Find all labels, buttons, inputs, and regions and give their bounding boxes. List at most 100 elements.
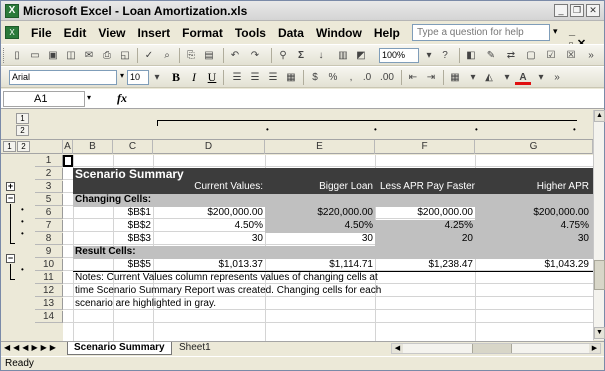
spelling-icon[interactable]: ✓ bbox=[141, 48, 157, 63]
align-right-icon[interactable]: ☰ bbox=[265, 70, 281, 85]
reviewing-icon[interactable]: ✎ bbox=[483, 48, 499, 63]
menu-format[interactable]: Format bbox=[176, 25, 229, 41]
print-icon[interactable]: ⎙ bbox=[99, 48, 115, 63]
font-name-select[interactable]: Arial bbox=[9, 70, 117, 85]
zoom-dropdown-icon[interactable]: ▾ bbox=[421, 48, 437, 63]
row-header-11[interactable]: 11 bbox=[35, 272, 63, 284]
row-header-6[interactable]: 6 bbox=[35, 207, 63, 219]
toolbar-options-icon[interactable]: » bbox=[549, 70, 565, 85]
row-header-12[interactable]: 12 bbox=[35, 285, 63, 297]
toolbar-options-icon[interactable]: » bbox=[583, 48, 599, 63]
align-center-icon[interactable]: ☰ bbox=[247, 70, 263, 85]
column-header-a[interactable]: A bbox=[63, 140, 73, 154]
menu-file[interactable]: File bbox=[25, 25, 58, 41]
increase-decimal-icon[interactable]: .0 bbox=[359, 70, 375, 85]
column-outline-level-2[interactable]: 2 bbox=[16, 125, 29, 136]
row-outline-level-1[interactable]: 1 bbox=[3, 141, 16, 152]
borders-icon[interactable]: ▦ bbox=[447, 70, 463, 85]
research-icon[interactable]: ⌕ bbox=[159, 48, 175, 63]
row-header-1[interactable]: 1 bbox=[35, 155, 63, 167]
column-header-g[interactable]: G bbox=[475, 140, 593, 154]
row-header-9[interactable]: 9 bbox=[35, 246, 63, 258]
vertical-scrollbar[interactable]: ▲ ▼ bbox=[593, 110, 605, 340]
row-header-8[interactable]: 8 bbox=[35, 233, 63, 245]
vertical-scroll-thumb[interactable] bbox=[594, 260, 605, 290]
autosum-icon[interactable]: Σ bbox=[293, 48, 309, 63]
close-button[interactable]: ✕ bbox=[586, 4, 600, 17]
menu-tools[interactable]: Tools bbox=[229, 25, 272, 41]
percent-icon[interactable]: % bbox=[325, 70, 341, 85]
column-header-e[interactable]: E bbox=[265, 140, 375, 154]
comment-icon[interactable]: ▢ bbox=[523, 48, 539, 63]
reject-change-icon[interactable]: ☒ bbox=[563, 48, 579, 63]
font-dropdown-icon[interactable]: ▾ bbox=[120, 71, 124, 80]
column-outline-level-1[interactable]: 1 bbox=[16, 113, 29, 124]
horizontal-scrollbar[interactable]: ◀ ▶ bbox=[391, 343, 601, 354]
fill-color-dropdown-icon[interactable]: ▾ bbox=[499, 70, 515, 85]
row-header-3[interactable]: 3 bbox=[35, 181, 63, 193]
tab-scenario-summary[interactable]: Scenario Summary bbox=[67, 342, 172, 355]
redo-icon[interactable]: ↷ bbox=[247, 48, 263, 63]
currency-icon[interactable]: $ bbox=[307, 70, 323, 85]
track-changes-icon[interactable]: ⇄ bbox=[503, 48, 519, 63]
italic-button[interactable]: I bbox=[187, 70, 201, 85]
row-header-2[interactable]: 2 bbox=[35, 168, 63, 180]
new-icon[interactable]: ▯ bbox=[9, 48, 25, 63]
email-icon[interactable]: ✉ bbox=[81, 48, 97, 63]
help-icon[interactable]: ? bbox=[437, 48, 453, 63]
column-header-f[interactable]: F bbox=[375, 140, 475, 154]
menu-insert[interactable]: Insert bbox=[131, 25, 176, 41]
merge-center-icon[interactable]: ▦ bbox=[283, 70, 299, 85]
tab-sheet1[interactable]: Sheet1 bbox=[173, 342, 217, 355]
underline-button[interactable]: U bbox=[205, 70, 219, 85]
borders-dropdown-icon[interactable]: ▾ bbox=[465, 70, 481, 85]
increase-indent-icon[interactable]: ⇥ bbox=[423, 70, 439, 85]
row-outline-level-2[interactable]: 2 bbox=[17, 141, 30, 152]
undo-icon[interactable]: ↶ bbox=[227, 48, 243, 63]
font-color-icon[interactable]: A bbox=[515, 70, 531, 85]
decrease-decimal-icon[interactable]: .00 bbox=[379, 70, 395, 85]
toolbar-grip[interactable] bbox=[3, 48, 6, 63]
select-all-corner[interactable] bbox=[35, 140, 63, 154]
column-header-c[interactable]: C bbox=[113, 140, 153, 154]
paste-icon[interactable]: ▤ bbox=[201, 48, 217, 63]
align-left-icon[interactable]: ☰ bbox=[229, 70, 245, 85]
minimize-button[interactable]: _ bbox=[554, 4, 568, 17]
fill-color-icon[interactable]: ◭ bbox=[481, 70, 497, 85]
expand-group-icon[interactable]: + bbox=[6, 182, 15, 191]
row-header-10[interactable]: 10 bbox=[35, 259, 63, 271]
horizontal-scroll-thumb[interactable] bbox=[472, 344, 512, 353]
font-size-select[interactable]: 10 bbox=[127, 70, 149, 85]
scroll-right-icon[interactable]: ▶ bbox=[589, 344, 600, 353]
compare-icon[interactable]: ◧ bbox=[463, 48, 479, 63]
row-header-7[interactable]: 7 bbox=[35, 220, 63, 232]
row-header-13[interactable]: 13 bbox=[35, 298, 63, 310]
sort-ascending-icon[interactable]: ↓ bbox=[313, 48, 329, 63]
restore-button[interactable]: ❐ bbox=[570, 4, 584, 17]
drawing-icon[interactable]: ◩ bbox=[353, 48, 369, 63]
menu-edit[interactable]: Edit bbox=[58, 25, 93, 41]
print-preview-icon[interactable]: ◱ bbox=[117, 48, 133, 63]
accept-change-icon[interactable]: ☑ bbox=[543, 48, 559, 63]
decrease-indent-icon[interactable]: ⇤ bbox=[405, 70, 421, 85]
bold-button[interactable]: B bbox=[169, 70, 183, 85]
name-box[interactable]: A1 bbox=[3, 91, 85, 107]
menu-view[interactable]: View bbox=[92, 25, 131, 41]
active-cell-a1[interactable] bbox=[63, 155, 73, 167]
chart-wizard-icon[interactable]: ▥ bbox=[335, 48, 351, 63]
copy-icon[interactable]: ⎘ bbox=[183, 48, 199, 63]
worksheet-grid[interactable]: Scenario Summary Current Values: Bigger … bbox=[63, 155, 593, 341]
tab-scroll-buttons[interactable]: ◀◀◀▶▶▶ bbox=[4, 343, 59, 352]
zoom-select[interactable]: 100% bbox=[379, 48, 419, 63]
help-dropdown-icon[interactable]: ▾ bbox=[553, 26, 558, 37]
column-header-d[interactable]: D bbox=[153, 140, 265, 154]
row-header-5[interactable]: 5 bbox=[35, 194, 63, 206]
save-icon[interactable]: ▣ bbox=[45, 48, 61, 63]
hyperlink-icon[interactable]: ⚲ bbox=[275, 48, 291, 63]
size-dropdown-icon[interactable]: ▾ bbox=[149, 70, 165, 85]
permission-icon[interactable]: ◫ bbox=[63, 48, 79, 63]
open-icon[interactable]: ▭ bbox=[27, 48, 43, 63]
insert-function-button[interactable]: fx bbox=[117, 91, 127, 106]
collapse-group-icon[interactable]: − bbox=[6, 194, 15, 203]
row-header-14[interactable]: 14 bbox=[35, 311, 63, 323]
